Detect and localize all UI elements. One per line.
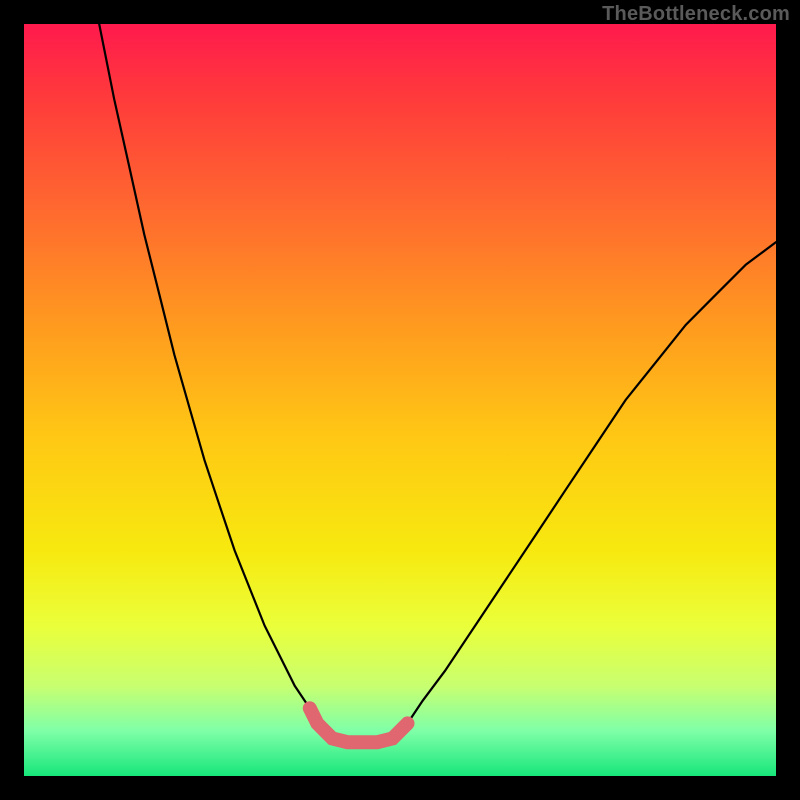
chart-frame: TheBottleneck.com [0, 0, 800, 800]
value-curve [99, 24, 776, 742]
optimal-range-highlight [310, 708, 408, 742]
plot-area [24, 24, 776, 776]
watermark-label: TheBottleneck.com [602, 3, 790, 26]
chart-svg [24, 24, 776, 776]
